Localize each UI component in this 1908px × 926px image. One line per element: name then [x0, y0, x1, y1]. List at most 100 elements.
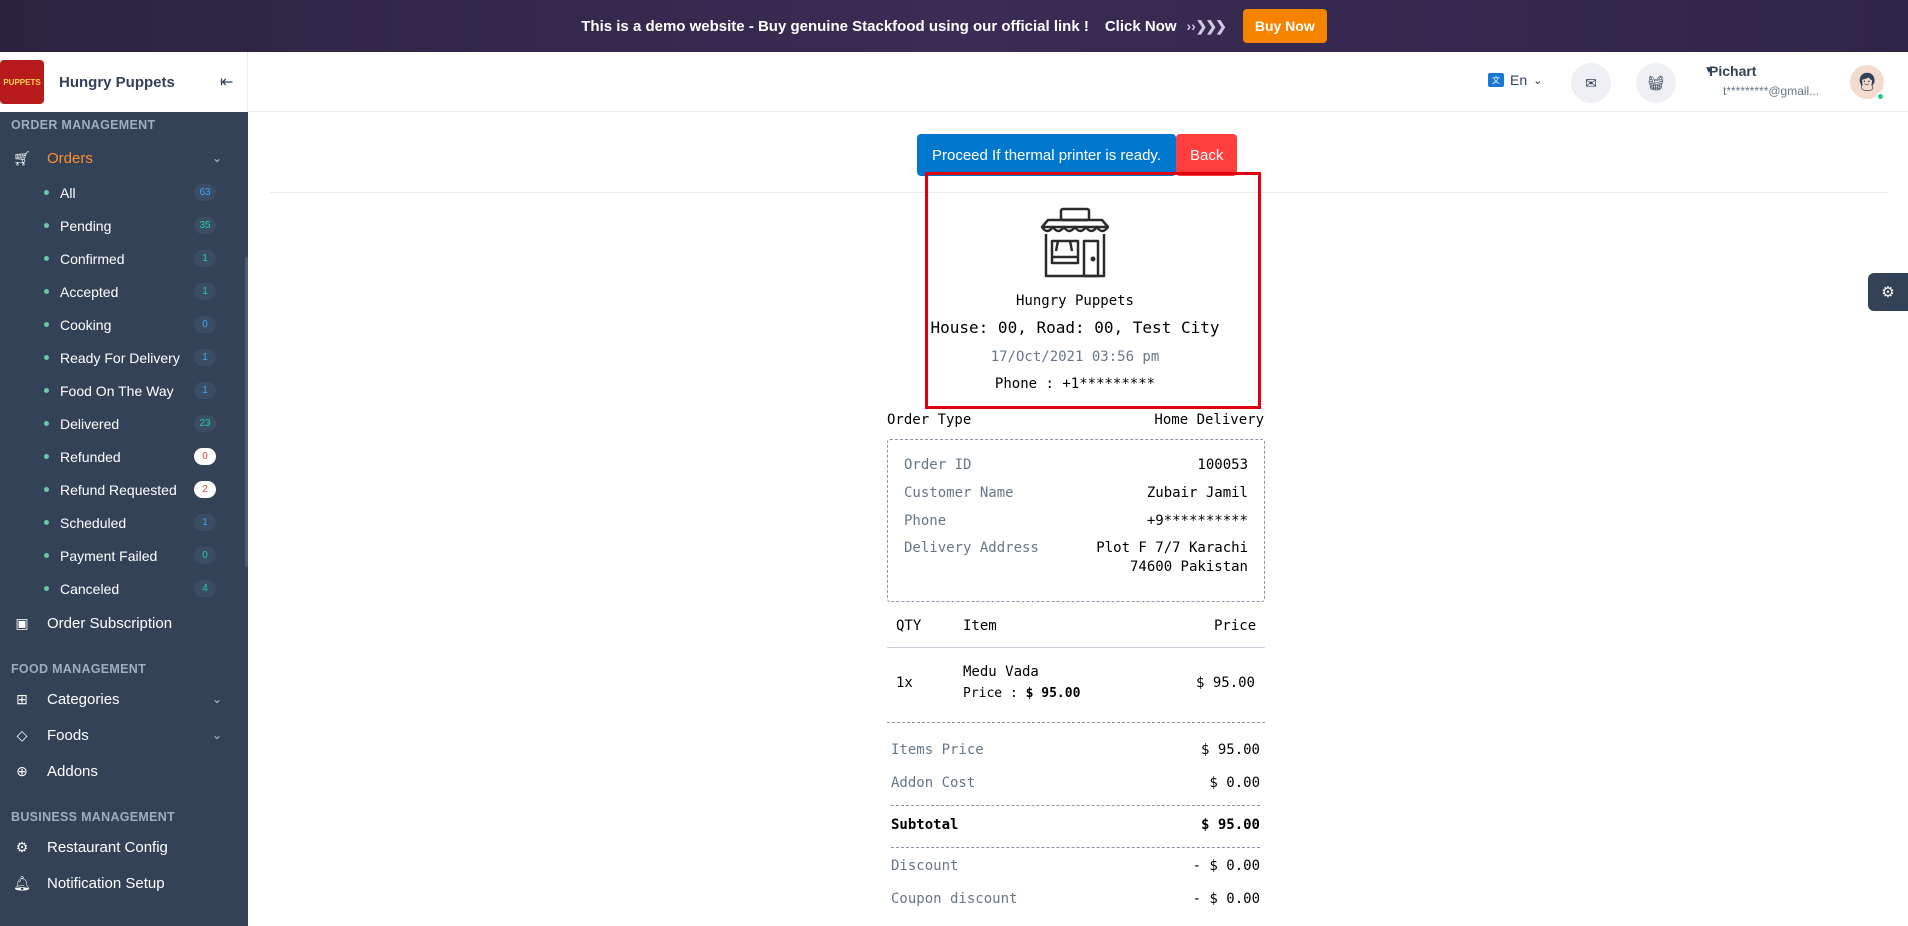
divider [891, 805, 1260, 806]
order-type-label: Order Type [887, 412, 972, 428]
item-qty: 1x [896, 675, 913, 691]
summary-label: Subtotal [891, 817, 959, 833]
table-header-item: Item [963, 618, 997, 634]
count-badge: 1 [194, 283, 216, 300]
sidebar-sub-delivered[interactable]: Delivered 23 [0, 407, 248, 440]
sidebar-sub-confirmed[interactable]: Confirmed 1 [0, 242, 248, 275]
sub-label: All [60, 184, 76, 201]
divider [887, 647, 1265, 648]
chevron-down-icon: ⌄ [1533, 74, 1543, 87]
sidebar-sub-all[interactable]: All 63 [0, 176, 248, 209]
diamond-icon: ◇ [16, 726, 28, 743]
settings-toggle[interactable]: ⚙ [1868, 273, 1908, 311]
order-date: 17/Oct/2021 03:56 pm [990, 349, 1160, 365]
coupon-discount-row: Coupon discount - $ 0.00 [891, 891, 1260, 907]
summary-label: Coupon discount [891, 891, 1018, 907]
item-name: Medu Vada [963, 664, 1039, 680]
cart-icon: 🛒︎ [13, 149, 31, 166]
count-badge: 0 [194, 448, 216, 465]
bullet-icon [44, 487, 49, 492]
sidebar-item-orders[interactable]: 🛒︎ Orders ⌄ [0, 140, 248, 176]
order-type-row: Order Type Home Delivery [887, 412, 1264, 428]
sidebar: PUPPETS Hungry Puppets ⇤ ORDER MANAGEMEN… [0, 52, 248, 926]
item-total: $ 95.00 [1195, 675, 1255, 691]
user-name[interactable]: Pichart [1709, 63, 1756, 79]
bullet-icon [44, 454, 49, 459]
bullet-icon [44, 289, 49, 294]
sidebar-brand: PUPPETS Hungry Puppets ⇤ [0, 52, 248, 112]
count-badge: 1 [194, 349, 216, 366]
bullet-icon [44, 586, 49, 591]
order-id-value: 100053 [1197, 457, 1248, 473]
restaurant-name: Hungry Puppets [1015, 293, 1134, 309]
sidebar-sub-payment-failed[interactable]: Payment Failed 0 [0, 539, 248, 572]
demo-banner: This is a demo website - Buy genuine Sta… [0, 0, 1908, 52]
language-selector[interactable]: 文 En ⌄ [1488, 72, 1542, 88]
sidebar-sub-refunded[interactable]: Refunded 0 [0, 440, 248, 473]
subtotal-row: Subtotal $ 95.00 [891, 817, 1260, 833]
sidebar-sub-ready-for-delivery[interactable]: Ready For Delivery 1 [0, 341, 248, 374]
cart-button[interactable]: 🧺︎ [1636, 63, 1676, 103]
sub-label: Food On The Way [60, 382, 174, 399]
sidebar-sub-scheduled[interactable]: Scheduled 1 [0, 506, 248, 539]
sidebar-item-restaurant-config[interactable]: ⚙ Restaurant Config [0, 829, 248, 865]
bullet-icon [44, 388, 49, 393]
online-status-dot [1876, 92, 1885, 101]
bullet-icon [44, 322, 49, 327]
count-badge: 23 [194, 415, 216, 432]
summary-value: - $ 0.00 [1192, 858, 1260, 874]
sub-label: Canceled [60, 580, 120, 597]
proceed-print-button[interactable]: Proceed If thermal printer is ready. [917, 134, 1176, 176]
address-line-2: 74600 Pakistan [1129, 559, 1248, 575]
info-label: Delivery Address [904, 540, 1039, 556]
banner-click-now-link[interactable]: Click Now [1105, 18, 1177, 35]
bullet-icon [44, 223, 49, 228]
count-badge: 1 [194, 514, 216, 531]
sidebar-item-order-subscription[interactable]: ▣ Order Subscription [0, 605, 248, 641]
items-price-row: Items Price $ 95.00 [891, 742, 1260, 758]
sidebar-item-foods[interactable]: ◇ Foods ⌄ [0, 717, 248, 753]
address-value: Plot F 7/7 Karachi 74600 Pakistan [1096, 540, 1248, 575]
item-unit-price: Price : $ 95.00 [963, 686, 1080, 701]
discount-row: Discount - $ 0.00 [891, 858, 1260, 874]
count-badge: 35 [194, 217, 216, 234]
sidebar-sub-refund-requested[interactable]: Refund Requested 2 [0, 473, 248, 506]
sub-label: Accepted [60, 283, 119, 300]
count-badge: 63 [194, 184, 216, 201]
brand-logo[interactable]: PUPPETS [0, 60, 44, 104]
sidebar-sub-pending[interactable]: Pending 35 [0, 209, 248, 242]
chevron-down-icon: ⌄ [211, 692, 222, 706]
sidebar-item-label: Orders [47, 149, 93, 167]
table-header-qty: QTY [896, 618, 922, 634]
messages-button[interactable]: ✉ [1571, 63, 1611, 103]
sidebar-scrollbar[interactable] [245, 257, 248, 567]
summary-value: $ 0.00 [1209, 775, 1260, 791]
sidebar-sub-canceled[interactable]: Canceled 4 [0, 572, 248, 605]
bullet-icon [44, 190, 49, 195]
banner-arrows-icon: › › ❯❯❯ [1186, 17, 1227, 34]
count-badge: 2 [194, 481, 216, 498]
divider [887, 722, 1265, 723]
order-info-box: Order ID 100053 Customer Name Zubair Jam… [887, 439, 1265, 602]
phone-row: Phone +9********** [904, 513, 1248, 529]
summary-label: Items Price [891, 742, 984, 758]
sub-label: Confirmed [60, 250, 125, 267]
collapse-sidebar-icon[interactable]: ⇤ [220, 72, 233, 92]
sidebar-item-label: Addons [47, 762, 98, 780]
banner-text: This is a demo website - Buy genuine Sta… [581, 17, 1089, 35]
order-type-value: Home Delivery [1154, 412, 1264, 428]
brand-logo-text: PUPPETS [3, 77, 41, 87]
sidebar-sub-cooking[interactable]: Cooking 0 [0, 308, 248, 341]
sidebar-item-notification-setup[interactable]: 🔔︎ Notification Setup [0, 865, 248, 901]
bullet-icon [44, 355, 49, 360]
phone-value: +9********** [1146, 513, 1248, 529]
sidebar-sub-accepted[interactable]: Accepted 1 [0, 275, 248, 308]
sidebar-item-addons[interactable]: ⊕ Addons [0, 753, 248, 789]
info-label: Customer Name [904, 485, 1014, 501]
table-header-price: Price [1214, 618, 1257, 634]
sidebar-sub-food-on-the-way[interactable]: Food On The Way 1 [0, 374, 248, 407]
buy-now-button[interactable]: Buy Now [1242, 9, 1327, 43]
back-button[interactable]: Back [1176, 134, 1238, 176]
sidebar-item-categories[interactable]: ⊞ Categories ⌄ [0, 681, 248, 717]
count-badge: 1 [194, 382, 216, 399]
